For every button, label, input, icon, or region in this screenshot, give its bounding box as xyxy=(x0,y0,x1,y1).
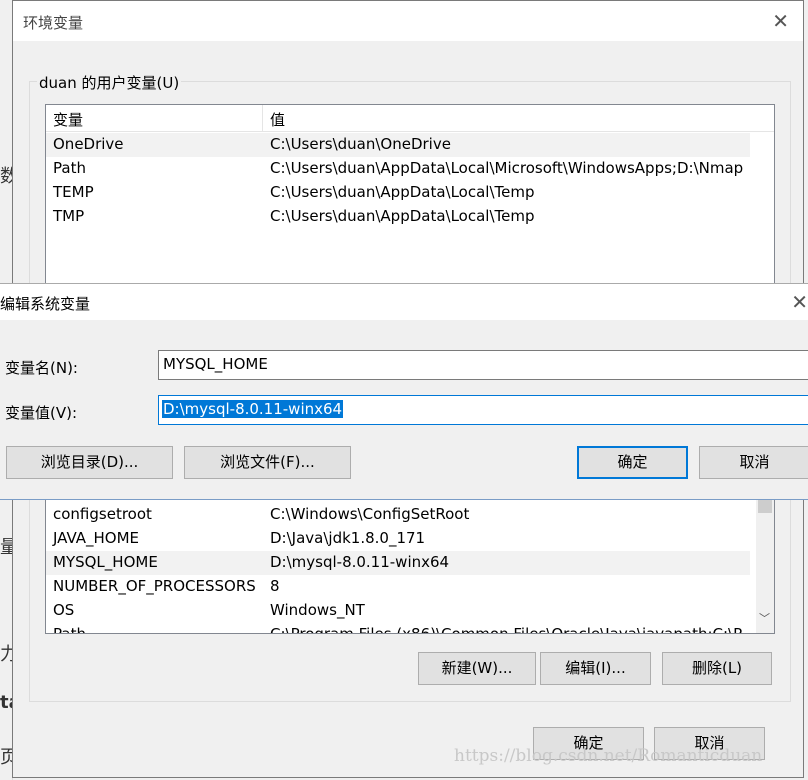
chevron-down-icon[interactable]: ﹀ xyxy=(759,610,770,626)
edit-button[interactable]: 编辑(I)... xyxy=(540,652,651,685)
user-variables-label: duan 的用户变量(U) xyxy=(37,72,182,93)
variable-name-value: MYSQL_HOME xyxy=(163,355,268,373)
close-icon[interactable]: ✕ xyxy=(772,9,789,33)
delete-button[interactable]: 删除(L) xyxy=(662,652,772,685)
dialog-title-bar: 编辑系统变量 ✕ xyxy=(0,284,808,320)
list-item[interactable]: OneDrive C:\Users\duan\OneDrive xyxy=(46,133,750,157)
list-header: 变量 值 xyxy=(46,105,774,132)
list-item[interactable]: NUMBER_OF_PROCESSORS 8 xyxy=(46,575,750,599)
variable-value: C:\Users\duan\AppData\Local\Temp xyxy=(270,183,535,201)
variable-value: D:\Java\jdk1.8.0_171 xyxy=(270,529,426,547)
list-item[interactable]: Path C:\Users\duan\AppData\Local\Microso… xyxy=(46,157,750,181)
variable-value-label: 变量值(V): xyxy=(5,404,78,422)
variable-name: NUMBER_OF_PROCESSORS xyxy=(53,577,256,595)
variable-value: D:\mysql-8.0.11-winx64 xyxy=(270,553,450,571)
variable-name: Path xyxy=(53,159,86,177)
variable-value-selected-text: D:\mysql-8.0.11-winx64 xyxy=(162,400,344,418)
variable-value: C:\Windows\ConfigSetRoot xyxy=(270,505,470,523)
variable-value: C:\Users\duan\OneDrive xyxy=(270,135,451,153)
list-item[interactable]: configsetroot C:\Windows\ConfigSetRoot xyxy=(46,503,750,527)
variable-name: JAVA_HOME xyxy=(53,529,140,547)
variable-name: TEMP xyxy=(53,183,94,201)
variable-value: C:\Users\duan\AppData\Local\Microsoft\Wi… xyxy=(270,159,744,177)
browse-directory-button[interactable]: 浏览目录(D)... xyxy=(6,446,173,479)
cancel-button[interactable]: 取消 xyxy=(699,446,808,479)
variable-name: Path xyxy=(53,625,86,634)
variable-value: Windows_NT xyxy=(270,601,365,619)
list-item[interactable]: MYSQL_HOME D:\mysql-8.0.11-winx64 xyxy=(46,551,750,575)
variable-value: 8 xyxy=(270,577,280,595)
vertical-scrollbar[interactable]: ﹀ xyxy=(756,495,774,633)
variable-value: C:\Users\duan\AppData\Local\Temp xyxy=(270,207,535,225)
variable-name: configsetroot xyxy=(53,505,152,523)
list-item[interactable]: OS Windows_NT xyxy=(46,599,750,623)
variable-name-label: 变量名(N): xyxy=(5,359,78,377)
ok-button[interactable]: 确定 xyxy=(577,446,688,479)
column-header-value[interactable]: 值 xyxy=(270,109,285,130)
system-variables-list[interactable]: configsetroot C:\Windows\ConfigSetRoot J… xyxy=(45,494,775,634)
edit-system-variable-dialog: 编辑系统变量 ✕ 变量名(N): MYSQL_HOME 变量值(V): D:\m… xyxy=(0,283,808,500)
list-item[interactable]: TMP C:\Users\duan\AppData\Local\Temp xyxy=(46,205,750,229)
close-icon[interactable]: ✕ xyxy=(791,290,808,314)
dialog-title: 编辑系统变量 xyxy=(0,295,91,313)
dialog-title-bar: 环境变量 ✕ xyxy=(13,1,803,41)
watermark: https://blog.csdn.net/Romanticduan xyxy=(454,746,763,766)
variable-name: TMP xyxy=(53,207,85,225)
variable-name-input[interactable]: MYSQL_HOME xyxy=(158,350,808,380)
variable-value-input[interactable]: D:\mysql-8.0.11-winx64 xyxy=(158,395,808,425)
variable-value: C:\Program Files (x86)\Common Files\Orac… xyxy=(270,625,743,634)
scrollbar-thumb[interactable] xyxy=(758,499,772,513)
list-item[interactable]: Path C:\Program Files (x86)\Common Files… xyxy=(46,623,750,634)
list-item[interactable]: JAVA_HOME D:\Java\jdk1.8.0_171 xyxy=(46,527,750,551)
dialog-title: 环境变量 xyxy=(23,14,84,32)
variable-name: OS xyxy=(53,601,75,619)
new-button[interactable]: 新建(W)... xyxy=(418,652,536,685)
list-item[interactable]: TEMP C:\Users\duan\AppData\Local\Temp xyxy=(46,181,750,205)
column-header-variable[interactable]: 变量 xyxy=(53,109,83,130)
user-variables-list[interactable]: 变量 值 OneDrive C:\Users\duan\OneDrive Pat… xyxy=(45,104,775,294)
browse-file-button[interactable]: 浏览文件(F)... xyxy=(184,446,351,479)
variable-name: OneDrive xyxy=(53,135,124,153)
variable-name: MYSQL_HOME xyxy=(53,553,158,571)
